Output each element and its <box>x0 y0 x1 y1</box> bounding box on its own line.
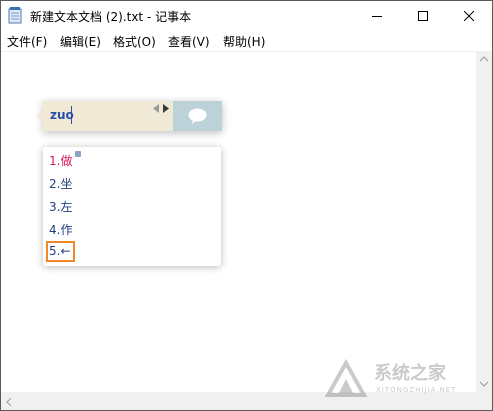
watermark-text: 系统之家 <box>374 363 446 384</box>
menu-view[interactable]: 查看(V) <box>168 33 210 50</box>
minimize-button[interactable] <box>354 1 400 31</box>
candidate-item[interactable]: 2.坐 <box>49 175 72 192</box>
watermark-logo-icon <box>324 358 368 397</box>
maximize-button[interactable] <box>400 1 446 31</box>
menu-file[interactable]: 文件(F) <box>7 33 47 50</box>
vertical-scrollbar[interactable] <box>476 51 492 392</box>
title-bar[interactable]: 新建文本文档 (2).txt - 记事本 <box>1 1 492 31</box>
notepad-icon <box>8 7 23 24</box>
scroll-left-icon[interactable] <box>6 398 12 406</box>
menu-format[interactable]: 格式(O) <box>113 33 156 50</box>
triangle-left-icon[interactable] <box>152 104 160 113</box>
menu-bar: 文件(F) 编辑(E) 格式(O) 查看(V) 帮助(H) <box>1 31 492 51</box>
ime-pointer <box>36 110 43 122</box>
speech-bubble-icon <box>188 108 207 124</box>
scroll-up-icon[interactable] <box>480 56 488 62</box>
watermark: 系统之家 XITONGZHIJIA.NET <box>314 353 492 405</box>
maximize-icon <box>418 11 428 21</box>
close-button[interactable] <box>446 1 492 31</box>
ime-composition-bar: zuo <box>36 101 222 131</box>
candidate-info-icon <box>75 151 81 157</box>
ime-caret <box>71 106 72 124</box>
close-icon <box>464 11 474 21</box>
window-title: 新建文本文档 (2).txt - 记事本 <box>30 10 192 24</box>
ime-panel-button[interactable] <box>173 101 222 131</box>
candidate-item[interactable]: 1.做 <box>49 152 72 169</box>
candidate-item[interactable]: 3.左 <box>49 198 72 215</box>
highlight-box <box>46 241 75 262</box>
watermark-subtext: XITONGZHIJIA.NET <box>376 386 457 394</box>
menu-help[interactable]: 帮助(H) <box>223 33 265 50</box>
minimize-icon <box>372 16 382 17</box>
candidate-item[interactable]: 4.作 <box>49 221 72 238</box>
triangle-right-icon[interactable] <box>162 104 170 113</box>
menu-edit[interactable]: 编辑(E) <box>60 33 101 50</box>
